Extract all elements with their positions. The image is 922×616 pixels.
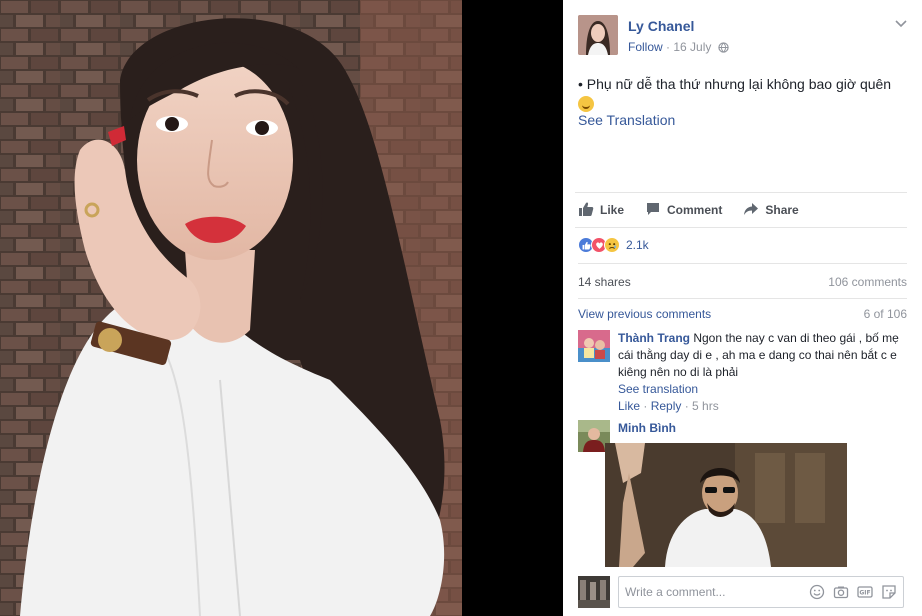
post-meta: Follow · 16 July	[628, 40, 729, 56]
comment-label: Comment	[667, 203, 723, 217]
author-avatar[interactable]	[578, 15, 618, 55]
comment-input[interactable]	[619, 577, 799, 607]
globe-icon	[718, 42, 729, 56]
reactions-summary[interactable]: 2.1k	[578, 236, 649, 254]
composer-icons: GIF	[801, 584, 897, 600]
comment-body: Minh Bình	[618, 420, 908, 437]
sad-reaction-icon	[604, 237, 620, 253]
chevron-down-icon[interactable]	[895, 17, 907, 31]
smile-emoji-icon	[578, 96, 594, 112]
post-photo[interactable]	[0, 0, 462, 616]
comment-gif-image[interactable]	[605, 443, 847, 567]
post-panel: Ly Chanel Follow · 16 July • Phụ nữ dễ t…	[563, 0, 922, 616]
comment-input-box[interactable]: GIF	[618, 576, 904, 608]
post-header: Ly Chanel Follow · 16 July	[578, 15, 913, 57]
post-actions: Like Comment Share	[575, 192, 907, 228]
commenter-name[interactable]: Thành Trang	[618, 331, 690, 345]
share-button[interactable]: Share	[743, 201, 799, 220]
emoji-icon[interactable]	[809, 584, 825, 600]
like-button[interactable]: Like	[578, 201, 624, 220]
see-translation-link[interactable]: See Translation	[578, 112, 675, 128]
share-label: Share	[765, 203, 799, 217]
comment-footer: Like · Reply · 5 hrs	[618, 398, 908, 415]
post-message: • Phụ nữ dễ tha thứ nhưng lại không bao …	[578, 74, 908, 114]
comment-button[interactable]: Comment	[645, 201, 722, 220]
comment-like-link[interactable]: Like	[618, 399, 640, 413]
comment-composer: GIF	[578, 576, 908, 608]
photo-stage	[0, 0, 563, 616]
commenter-name[interactable]: Minh Bình	[618, 421, 676, 435]
reaction-count[interactable]: 2.1k	[626, 238, 649, 252]
author-name[interactable]: Ly Chanel	[628, 18, 694, 34]
share-icon	[743, 201, 765, 220]
svg-text:GIF: GIF	[859, 590, 870, 597]
comment-item: Thành Trang Ngon the nay c van di theo g…	[578, 330, 908, 415]
sticker-icon[interactable]	[881, 584, 897, 600]
engagement-counts: 14 shares 106 comments	[578, 263, 907, 299]
current-user-avatar[interactable]	[578, 576, 610, 608]
view-previous-comments-link[interactable]: View previous comments	[578, 307, 711, 321]
comment-icon	[645, 201, 667, 220]
comments-header: View previous comments 6 of 106	[578, 307, 907, 321]
gif-icon[interactable]: GIF	[857, 584, 873, 600]
commenter-avatar[interactable]	[578, 330, 610, 362]
photo-viewer: Ly Chanel Follow · 16 July • Phụ nữ dễ t…	[0, 0, 922, 616]
comment-reply-link[interactable]: Reply	[651, 399, 682, 413]
post-date[interactable]: 16 July	[673, 40, 711, 54]
camera-icon[interactable]	[833, 584, 849, 600]
like-label: Like	[600, 203, 625, 217]
meta-separator: ·	[662, 40, 674, 54]
comments-count[interactable]: 106 comments	[828, 275, 907, 289]
comment-time[interactable]: · 5 hrs	[681, 399, 719, 413]
shares-count[interactable]: 14 shares	[578, 275, 631, 289]
follow-link[interactable]: Follow	[628, 40, 663, 54]
thumbs-up-icon	[578, 201, 600, 220]
comment-see-translation-link[interactable]: See translation	[618, 382, 698, 396]
post-text: • Phụ nữ dễ tha thứ nhưng lại không bao …	[578, 76, 892, 92]
footer-separator: ·	[640, 399, 651, 413]
comment-body: Thành Trang Ngon the nay c van di theo g…	[618, 330, 908, 415]
comments-position: 6 of 106	[863, 307, 907, 321]
